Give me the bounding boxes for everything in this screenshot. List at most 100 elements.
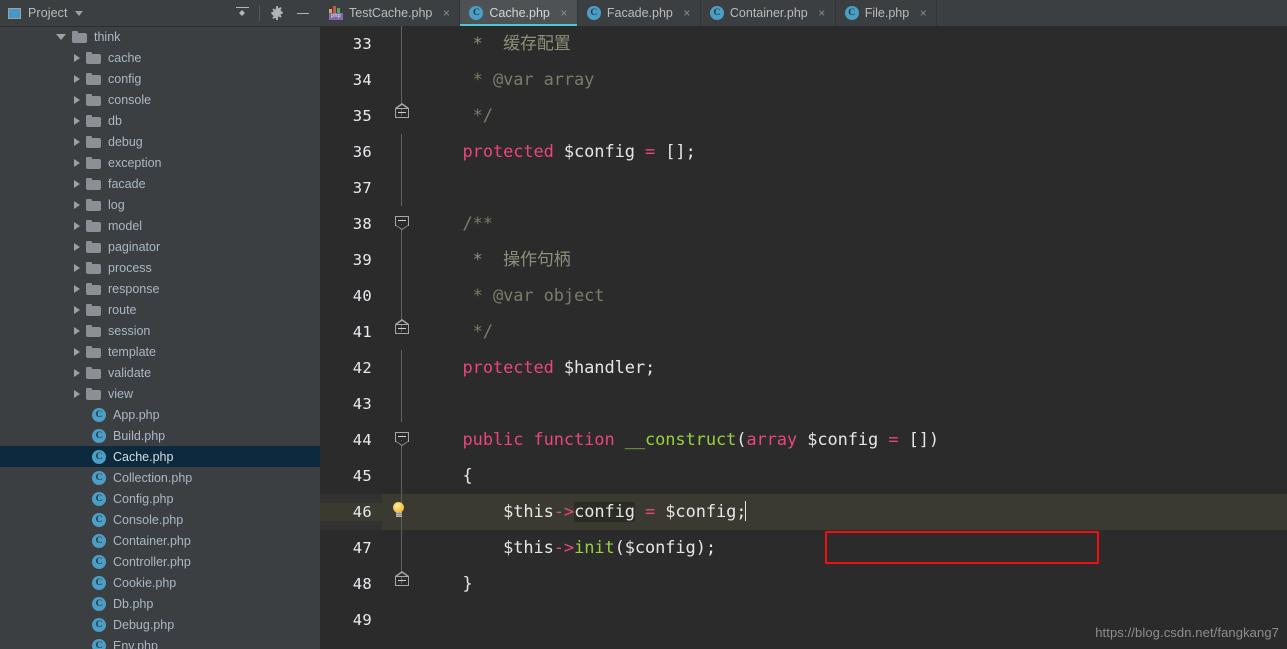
fold-gutter[interactable] bbox=[382, 62, 422, 98]
chevron-right-icon[interactable] bbox=[74, 116, 80, 125]
fold-gutter[interactable] bbox=[382, 494, 422, 530]
fold-gutter[interactable] bbox=[382, 530, 422, 566]
code-line-43[interactable]: 43 bbox=[320, 386, 1287, 422]
tree-item-cache-php[interactable]: C Cache.php bbox=[0, 446, 320, 467]
editor-tab-testcache-php[interactable]: php TestCache.php × bbox=[320, 0, 461, 26]
code-line-47[interactable]: 47 $this->init($config); bbox=[320, 530, 1287, 566]
chevron-right-icon[interactable] bbox=[74, 221, 80, 230]
chevron-right-icon[interactable] bbox=[74, 74, 80, 83]
chevron-right-icon[interactable] bbox=[74, 305, 80, 314]
tree-item-route[interactable]: route bbox=[0, 299, 320, 320]
tree-item-facade[interactable]: facade bbox=[0, 173, 320, 194]
chevron-right-icon[interactable] bbox=[74, 200, 80, 209]
code-line-45[interactable]: 45 { bbox=[320, 458, 1287, 494]
fold-gutter[interactable] bbox=[382, 458, 422, 494]
fold-gutter[interactable] bbox=[382, 26, 422, 62]
fold-gutter[interactable] bbox=[382, 278, 422, 314]
project-file-tree[interactable]: think cache config console db debug exception f… bbox=[0, 26, 320, 649]
tree-item-container-php[interactable]: C Container.php bbox=[0, 530, 320, 551]
chevron-right-icon[interactable] bbox=[74, 242, 80, 251]
code-line-33[interactable]: 33 * 缓存配置 bbox=[320, 26, 1287, 62]
fold-gutter[interactable] bbox=[382, 170, 422, 206]
fold-gutter[interactable] bbox=[382, 566, 422, 602]
gear-icon[interactable] bbox=[264, 1, 290, 25]
chevron-right-icon[interactable] bbox=[74, 368, 80, 377]
close-icon[interactable]: × bbox=[817, 7, 827, 19]
chevron-right-icon[interactable] bbox=[74, 137, 80, 146]
fold-marker-end-icon[interactable] bbox=[395, 319, 409, 339]
editor-tab-cache-php[interactable]: C Cache.php × bbox=[460, 0, 578, 26]
fold-gutter[interactable] bbox=[382, 350, 422, 386]
chevron-right-icon[interactable] bbox=[74, 389, 80, 398]
tree-item-config-php[interactable]: C Config.php bbox=[0, 488, 320, 509]
chevron-right-icon[interactable] bbox=[74, 95, 80, 104]
intention-bulb-icon[interactable] bbox=[392, 502, 405, 520]
fold-gutter[interactable] bbox=[382, 98, 422, 134]
close-icon[interactable]: × bbox=[918, 7, 928, 19]
tree-item-app-php[interactable]: C App.php bbox=[0, 404, 320, 425]
collapse-all-icon[interactable] bbox=[229, 1, 255, 25]
tree-item-view[interactable]: view bbox=[0, 383, 320, 404]
tree-item-db-php[interactable]: C Db.php bbox=[0, 593, 320, 614]
fold-gutter[interactable] bbox=[382, 134, 422, 170]
chevron-right-icon[interactable] bbox=[74, 158, 80, 167]
tree-item-paginator[interactable]: paginator bbox=[0, 236, 320, 257]
tree-item-build-php[interactable]: C Build.php bbox=[0, 425, 320, 446]
chevron-right-icon[interactable] bbox=[74, 53, 80, 62]
chevron-right-icon[interactable] bbox=[74, 263, 80, 272]
chevron-down-icon[interactable] bbox=[74, 10, 83, 16]
editor-tab-facade-php[interactable]: C Facade.php × bbox=[577, 0, 701, 26]
chevron-right-icon[interactable] bbox=[74, 179, 80, 188]
code-line-42[interactable]: 42 protected $handler; bbox=[320, 350, 1287, 386]
tree-item-console[interactable]: console bbox=[0, 89, 320, 110]
chevron-right-icon[interactable] bbox=[74, 284, 80, 293]
tree-vertical-scrollbar[interactable] bbox=[310, 26, 319, 649]
chevron-right-icon[interactable] bbox=[74, 326, 80, 335]
tree-item-controller-php[interactable]: C Controller.php bbox=[0, 551, 320, 572]
tree-item-db[interactable]: db bbox=[0, 110, 320, 131]
tree-item-collection-php[interactable]: C Collection.php bbox=[0, 467, 320, 488]
fold-gutter[interactable] bbox=[382, 602, 422, 638]
close-icon[interactable]: × bbox=[441, 7, 451, 19]
fold-gutter[interactable] bbox=[382, 206, 422, 242]
tree-item-cache[interactable]: cache bbox=[0, 47, 320, 68]
fold-gutter[interactable] bbox=[382, 242, 422, 278]
fold-gutter[interactable] bbox=[382, 314, 422, 350]
tree-item-validate[interactable]: validate bbox=[0, 362, 320, 383]
close-icon[interactable]: × bbox=[682, 7, 692, 19]
code-line-38[interactable]: 38 /** bbox=[320, 206, 1287, 242]
tree-item-think[interactable]: think bbox=[0, 26, 320, 47]
code-line-39[interactable]: 39 * 操作句柄 bbox=[320, 242, 1287, 278]
code-line-34[interactable]: 34 * @var array bbox=[320, 62, 1287, 98]
code-editor[interactable]: 33 * 缓存配置 34 * @var array 35 */36 protecte… bbox=[320, 26, 1287, 649]
tree-item-config[interactable]: config bbox=[0, 68, 320, 89]
code-line-36[interactable]: 36 protected $config = []; bbox=[320, 134, 1287, 170]
code-line-35[interactable]: 35 */ bbox=[320, 98, 1287, 134]
code-line-41[interactable]: 41 */ bbox=[320, 314, 1287, 350]
chevron-right-icon[interactable] bbox=[74, 347, 80, 356]
fold-gutter[interactable] bbox=[382, 422, 422, 458]
tree-item-env-php[interactable]: C Env.php bbox=[0, 635, 320, 649]
tree-item-debug-php[interactable]: C Debug.php bbox=[0, 614, 320, 635]
code-line-37[interactable]: 37 bbox=[320, 170, 1287, 206]
close-icon[interactable]: × bbox=[559, 7, 569, 19]
tree-item-console-php[interactable]: C Console.php bbox=[0, 509, 320, 530]
code-line-46[interactable]: 46 $this->config = $config; bbox=[320, 494, 1287, 530]
fold-marker-end-icon[interactable] bbox=[395, 571, 409, 591]
tree-item-process[interactable]: process bbox=[0, 257, 320, 278]
tree-item-debug[interactable]: debug bbox=[0, 131, 320, 152]
editor-tab-container-php[interactable]: C Container.php × bbox=[700, 0, 836, 26]
tree-item-response[interactable]: response bbox=[0, 278, 320, 299]
code-line-40[interactable]: 40 * @var object bbox=[320, 278, 1287, 314]
tree-item-log[interactable]: log bbox=[0, 194, 320, 215]
tree-item-model[interactable]: model bbox=[0, 215, 320, 236]
tree-item-exception[interactable]: exception bbox=[0, 152, 320, 173]
code-line-44[interactable]: 44 public function __construct(array $co… bbox=[320, 422, 1287, 458]
fold-marker-start-icon[interactable] bbox=[395, 432, 409, 447]
tree-item-template[interactable]: template bbox=[0, 341, 320, 362]
fold-marker-start-icon[interactable] bbox=[395, 216, 409, 231]
fold-gutter[interactable] bbox=[382, 386, 422, 422]
code-line-48[interactable]: 48 } bbox=[320, 566, 1287, 602]
tree-item-cookie-php[interactable]: C Cookie.php bbox=[0, 572, 320, 593]
tree-item-session[interactable]: session bbox=[0, 320, 320, 341]
